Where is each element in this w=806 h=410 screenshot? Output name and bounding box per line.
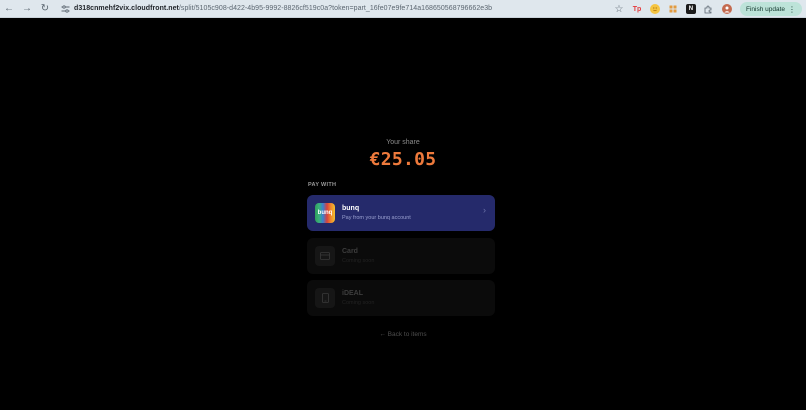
browser-toolbar: ← → ↻ d318cnmehf2vix.cloudfront.net/spli… [0,0,806,18]
url-path: /split/5105c908-d422-4b95-9992-8826cf519… [178,5,493,12]
finish-update-label: Finish update [745,5,785,13]
extensions-puzzle-icon[interactable] [704,4,714,14]
bunq-logo-text: bunq [317,210,333,216]
site-info-icon[interactable] [60,4,70,14]
profile-avatar-icon[interactable] [721,4,732,14]
bookmark-star-icon[interactable]: ☆ [614,4,624,15]
payment-method-bunq[interactable]: bunq bunq Pay from your bunq account › [307,195,495,231]
pay-with-heading: PAY WITH [308,182,337,188]
address-bar[interactable]: d318cnmehf2vix.cloudfront.net/split/5105… [74,5,492,12]
method-subtitle: Coming soon [342,300,375,306]
card-icon [315,246,335,266]
payment-method-ideal: iDEAL Coming soon [307,280,495,316]
method-text: Card Coming soon [342,248,374,264]
phone-icon [315,288,335,308]
back-arrow-icon[interactable]: ← [2,2,16,16]
share-label: Your share [386,139,420,146]
reload-icon[interactable]: ↻ [38,2,52,16]
method-subtitle: Pay from your bunq account [342,215,411,221]
method-title: bunq [342,205,360,212]
n-extension-icon[interactable]: N [685,4,696,14]
method-title: iDEAL [342,290,363,297]
forward-arrow-icon[interactable]: → [20,2,34,16]
share-amount: €25.05 [369,149,437,170]
method-subtitle: Coming soon [342,258,375,264]
url-host: d318cnmehf2vix.cloudfront.net [74,5,179,12]
back-to-items-link[interactable]: ← Back to items [0,331,806,338]
toolbar-right: ☆ Tp N Finish update ⋮ [614,0,802,18]
finish-update-button[interactable]: Finish update ⋮ [739,2,802,16]
kebab-menu-icon[interactable]: ⋮ [788,5,796,14]
method-title: Card [342,248,358,255]
smiley-extension-icon[interactable] [649,4,660,14]
method-text: iDEAL Coming soon [342,290,374,306]
payment-page: Your share €25.05 PAY WITH bunq bunq Pay… [0,19,806,410]
method-text: bunq Pay from your bunq account [342,205,411,221]
bunq-logo-icon: bunq [315,203,335,223]
tp-extension-icon[interactable]: Tp [632,4,642,14]
grid-extension-icon[interactable] [668,4,678,14]
payment-method-card: Card Coming soon [307,238,495,274]
chevron-right-icon: › [483,205,486,215]
